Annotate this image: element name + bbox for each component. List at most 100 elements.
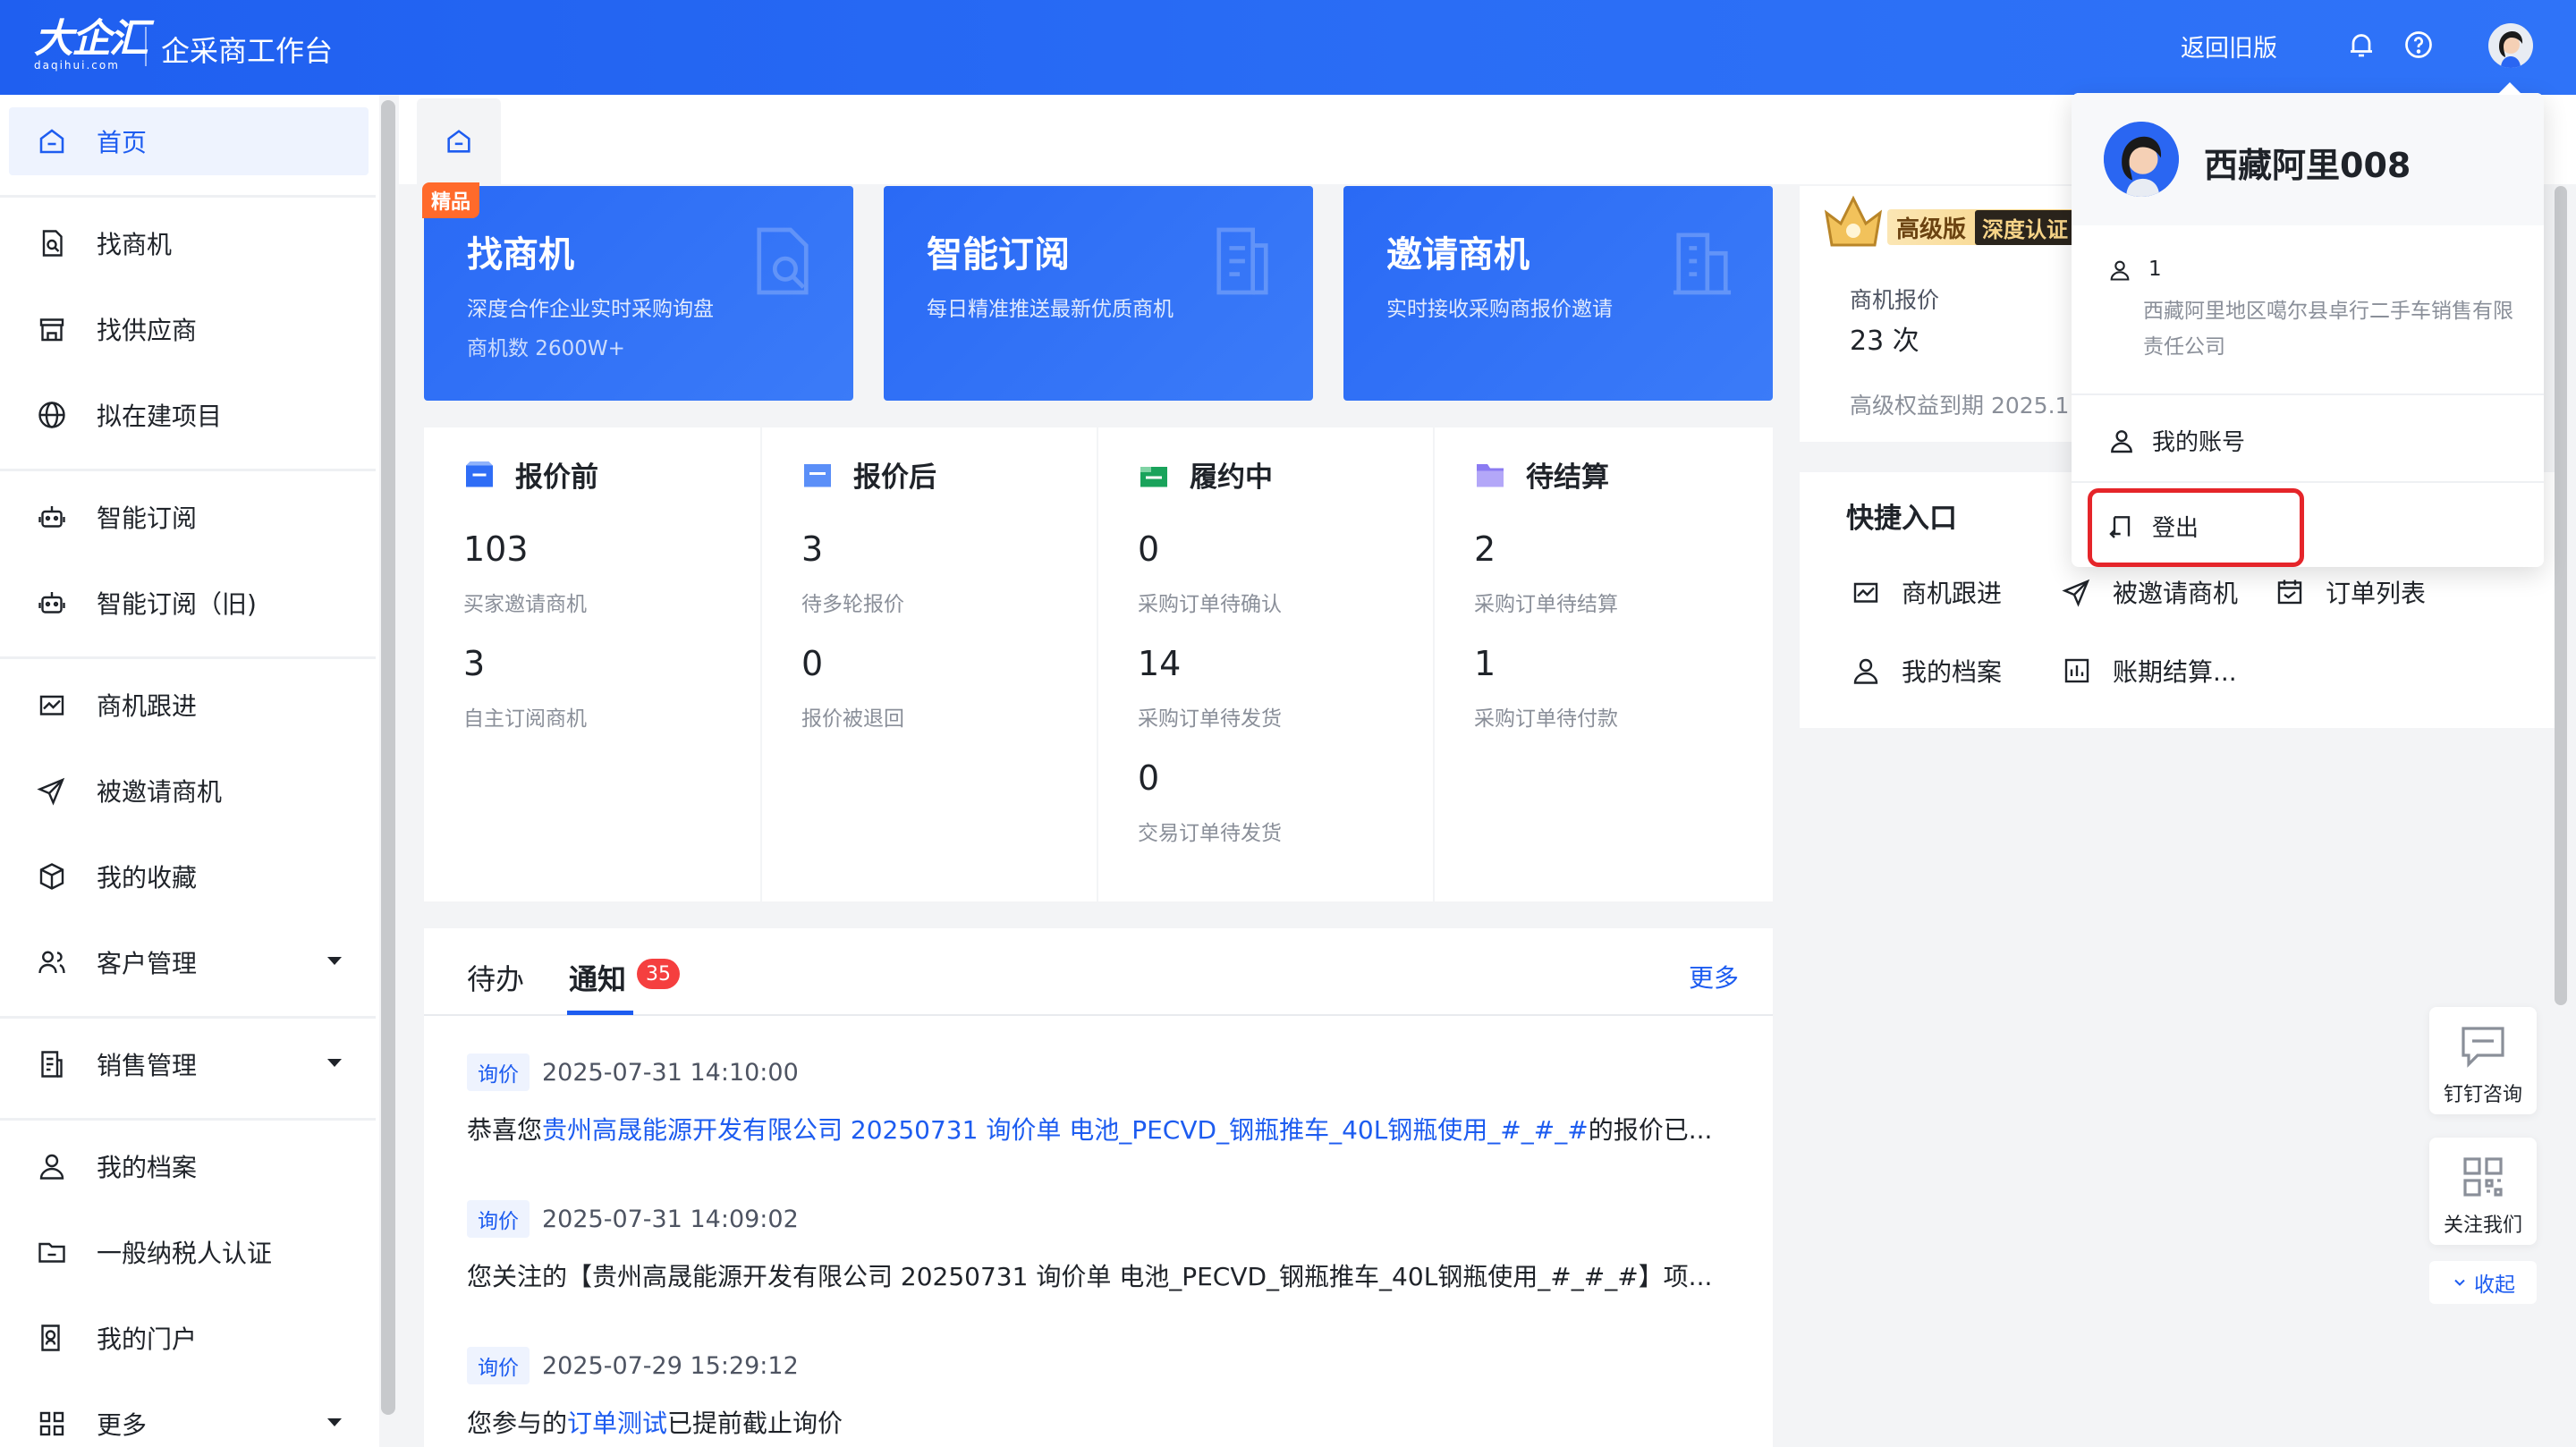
feature-title: 找商机: [467, 234, 574, 275]
calendar-icon: [2277, 580, 2302, 605]
tab-notice[interactable]: 通知: [569, 957, 626, 998]
dropdown-divider: [2072, 393, 2544, 395]
quick-item-order-list[interactable]: 订单列表: [2274, 574, 2426, 610]
tab-home[interactable]: [417, 98, 501, 184]
sidebar-item-invited-opportunity[interactable]: 被邀请商机: [9, 757, 369, 825]
quick-item-settlement[interactable]: 账期结算...: [2061, 653, 2237, 689]
sidebar-divider: [0, 656, 376, 659]
logo-divider: [145, 27, 147, 66]
stat-number[interactable]: 2: [1474, 529, 1496, 569]
sidebar-item-my-portal[interactable]: 我的门户: [9, 1304, 369, 1372]
member-level: 高级版: [1896, 216, 1967, 243]
sidebar-item-projects[interactable]: 拟在建项目: [9, 381, 369, 449]
quick-item-invited-opportunity[interactable]: 被邀请商机: [2061, 574, 2238, 610]
stat-number[interactable]: 0: [1138, 758, 1159, 798]
sidebar-item-label: 被邀请商机: [97, 777, 223, 807]
member-cert: 深度认证: [1975, 209, 2076, 245]
quick-item-label: 商机跟进: [1902, 579, 2003, 608]
user-avatar[interactable]: [2488, 23, 2533, 68]
stat-number[interactable]: 3: [463, 644, 485, 683]
quick-item-label: 被邀请商机: [2113, 579, 2239, 608]
building-icon: [1673, 233, 1732, 295]
stat-label: 采购订单待结算: [1474, 593, 1618, 616]
feature-card-invite-opportunity[interactable]: 邀请商机 实时接收采购商报价邀请: [1343, 186, 1773, 401]
sidebar-scrollbar[interactable]: [381, 100, 395, 1415]
main-scrollbar[interactable]: [2555, 186, 2567, 1005]
quote-value: 23 次: [1850, 326, 1919, 357]
sidebar-item-sales-management[interactable]: 销售管理: [9, 1030, 369, 1098]
sidebar-item-opportunity-follow[interactable]: 商机跟进: [9, 671, 369, 739]
sidebar-item-taxpayer-certification[interactable]: 一般纳税人认证: [9, 1218, 369, 1286]
member-level-badge: 高级版 深度认证: [1887, 209, 2085, 245]
sidebar-item-more[interactable]: 更多: [9, 1390, 369, 1447]
notice-item[interactable]: 询价 2025-07-29 15:29:12 您参与的订单测试已提前截止询价: [467, 1347, 843, 1440]
quick-item-my-profile[interactable]: 我的档案: [1850, 653, 2002, 689]
sidebar-item-find-supplier[interactable]: 找供应商: [9, 295, 369, 363]
notice-link[interactable]: 贵州高晟能源开发有限公司 20250731 询价单 电池_PECVD_钢瓶推车_…: [542, 1115, 1589, 1145]
send-icon: [2062, 579, 2090, 607]
sidebar-divider: [0, 1016, 376, 1019]
stat-number[interactable]: 3: [801, 529, 823, 569]
my-account-label: 我的账号: [2152, 429, 2246, 456]
my-account-menu-item[interactable]: 我的账号: [2107, 424, 2245, 457]
user-dropdown-menu: 西藏阿里008 1 西藏阿里地区噶尔县卓行二手车销售有限责任公司 我的账号 登出: [2072, 93, 2544, 567]
stat-number[interactable]: 0: [1138, 529, 1159, 569]
notice-item[interactable]: 询价 2025-07-31 14:10:00 恭喜您贵州高晟能源开发有限公司 20…: [467, 1054, 1712, 1147]
logo[interactable]: 大企汇 daqihui.com: [34, 16, 148, 72]
chart-icon: [1853, 582, 1878, 603]
notice-text: 您关注的【贵州高晟能源开发有限公司 20250731 询价单 电池_PECVD_…: [467, 1257, 1712, 1293]
send-icon: [37, 777, 65, 806]
feature-desc: 深度合作企业实时采购询盘: [467, 298, 714, 321]
notice-text-pre: 您参与的: [467, 1409, 568, 1438]
feature-card-find-opportunity[interactable]: 找商机 深度合作企业实时采购询盘 商机数 2600W+: [424, 186, 853, 401]
logo-text: 大企汇: [34, 16, 148, 62]
sidebar-item-label: 找商机: [97, 230, 173, 259]
bar-chart-icon: [2064, 658, 2089, 683]
notice-item[interactable]: 询价 2025-07-31 14:09:02 您关注的【贵州高晟能源开发有限公司 …: [467, 1200, 1712, 1293]
stat-header: 报价后: [801, 454, 936, 495]
sidebar-item-my-profile[interactable]: 我的档案: [9, 1132, 369, 1200]
more-link[interactable]: 更多: [1689, 959, 1739, 994]
chevron-down-icon: [2454, 1279, 2465, 1286]
stat-column-in-fulfillment: 履约中 0 采购订单待确认 14 采购订单待发货 0 交易订单待发货: [1097, 427, 1433, 901]
follow-us-button[interactable]: 关注我们: [2429, 1138, 2537, 1245]
tab-todo[interactable]: 待办: [467, 957, 524, 998]
dropdown-divider: [2072, 481, 2544, 483]
stat-number[interactable]: 103: [463, 529, 529, 569]
sidebar: 首页 找商机 找供应商 拟在建项目 智能订阅 智能订阅（旧) 商机跟进 被邀请商…: [0, 95, 379, 1447]
crown-icon: [1824, 195, 1883, 247]
sidebar-item-home[interactable]: 首页: [9, 107, 369, 175]
sidebar-divider: [0, 195, 376, 198]
feature-desc: 实时接收采购商报价邀请: [1386, 298, 1613, 321]
sidebar-item-label: 我的收藏: [97, 863, 198, 893]
quick-item-opportunity-follow[interactable]: 商机跟进: [1850, 574, 2002, 610]
notice-link[interactable]: 订单测试: [567, 1409, 667, 1438]
notice-tag: 询价: [467, 1347, 530, 1384]
stat-title: 履约中: [1190, 461, 1273, 494]
truck-box-icon: [1140, 466, 1167, 487]
back-to-old-version-link[interactable]: 返回旧版: [2181, 29, 2277, 63]
stat-label: 自主订阅商机: [463, 707, 587, 731]
help-icon[interactable]: [2402, 29, 2435, 61]
sidebar-item-customer-management[interactable]: 客户管理: [9, 928, 369, 996]
dropdown-username: 西藏阿里008: [2204, 146, 2411, 185]
robot-icon: [38, 592, 65, 613]
sidebar-item-smart-subscribe[interactable]: 智能订阅: [9, 483, 369, 551]
dropdown-company: 西藏阿里地区噶尔县卓行二手车销售有限责任公司: [2143, 300, 2513, 359]
user-icon: [1853, 658, 1878, 684]
feature-card-smart-subscribe[interactable]: 智能订阅 每日精准推送最新优质商机: [884, 186, 1313, 401]
stat-number[interactable]: 1: [1474, 644, 1496, 683]
stat-number[interactable]: 14: [1138, 644, 1181, 683]
store-icon: [39, 318, 64, 342]
user-icon: [2111, 429, 2132, 453]
bell-icon[interactable]: [2345, 29, 2377, 61]
stat-label: 采购订单待发货: [1138, 707, 1282, 731]
sidebar-item-favorites[interactable]: 我的收藏: [9, 842, 369, 910]
stat-number[interactable]: 0: [801, 644, 823, 683]
sidebar-item-smart-subscribe-old[interactable]: 智能订阅（旧): [9, 569, 369, 637]
stat-label: 待多轮报价: [801, 593, 904, 616]
quick-item-label: 我的档案: [1902, 657, 2003, 687]
collapse-button[interactable]: 收起: [2429, 1261, 2537, 1304]
sidebar-item-find-opportunity[interactable]: 找商机: [9, 209, 369, 277]
dingtalk-consult-button[interactable]: 钉钉咨询: [2429, 1007, 2537, 1114]
